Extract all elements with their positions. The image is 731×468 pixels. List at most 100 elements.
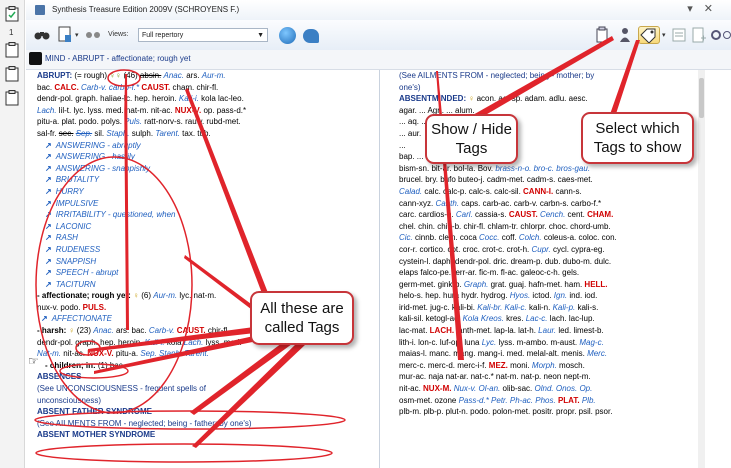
remedy[interactable]: Canth. xyxy=(435,199,459,208)
remedy[interactable]: Nux-v. xyxy=(454,384,477,393)
remedy[interactable]: Bov. xyxy=(478,164,493,173)
remedy[interactable]: CAUST. xyxy=(509,210,538,219)
rubric-abrupt[interactable]: ABRUPT: (= rough) ♀♀ (46) absin. Anac. a… xyxy=(37,70,362,82)
remedy[interactable]: Sep. xyxy=(76,129,92,138)
remedy[interactable]: LACH. xyxy=(430,326,454,335)
remedy[interactable]: cystein-l. daph. dendr-pol. dric. dream-… xyxy=(399,257,611,266)
scrollbar-thumb[interactable] xyxy=(699,78,704,118)
remedy[interactable]: Aur-m. xyxy=(202,71,226,80)
subrubric-children[interactable]: - children; in: (1) bac. xyxy=(37,360,362,372)
remedy[interactable]: Carb-v. xyxy=(81,83,107,92)
remedy[interactable]: Staph. xyxy=(159,349,182,358)
rubric-absent-mother[interactable]: ABSENT MOTHER SYNDROME xyxy=(37,429,362,441)
remedy[interactable]: (1) bac. xyxy=(96,361,125,370)
remedy[interactable]: mosch. xyxy=(557,361,585,370)
clipboard-tool-icon[interactable] xyxy=(594,26,610,44)
remedy[interactable]: op. pass-d.* xyxy=(201,106,246,115)
remedy[interactable]: brucel. bry. bufo buteo-j. cadm-met. cad… xyxy=(399,175,593,184)
remedy[interactable]: sec. xyxy=(59,129,74,138)
rubric-title[interactable]: ABSENTMINDED: xyxy=(399,94,466,103)
remedy[interactable]: lanth-met. lap-la. lat-h. xyxy=(454,326,538,335)
remedy[interactable]: lac-mat. xyxy=(399,326,430,335)
tag-indicator-icon[interactable]: ♀♀ xyxy=(109,71,121,80)
remedy[interactable]: PULS. xyxy=(83,303,107,312)
list-icon[interactable] xyxy=(671,26,687,44)
remedy[interactable]: Olnd. xyxy=(535,384,554,393)
remedy[interactable]: absin. xyxy=(140,71,161,80)
remedy[interactable]: Onos. xyxy=(556,384,577,393)
remedy[interactable]: Calad. xyxy=(399,187,422,196)
remedy[interactable]: moni. xyxy=(508,361,532,370)
remedy[interactable]: Plb. xyxy=(582,396,596,405)
tag-link[interactable]: ↗ LACONIC xyxy=(41,221,362,233)
remedy[interactable]: Kali-c. xyxy=(505,303,527,312)
remedy[interactable]: tax. tub. xyxy=(180,129,210,138)
remedy[interactable]: ars. xyxy=(184,71,202,80)
remedy[interactable]: Phos. xyxy=(535,396,555,405)
navigate-icon[interactable] xyxy=(303,29,319,43)
remedy[interactable]: Graph. xyxy=(464,280,488,289)
remedy[interactable]: irid-met. jug-c. kali-bi. xyxy=(399,303,477,312)
remedy[interactable]: Hyos. xyxy=(510,291,530,300)
remedy[interactable]: coleus-a. coloc. con. xyxy=(542,233,617,242)
remedy[interactable]: Kali-p. xyxy=(553,303,576,312)
remedy[interactable]: lith-i. lon-c. luf-op. luna xyxy=(399,338,482,347)
remedy[interactable]: osm-met. ozone xyxy=(399,396,459,405)
remedy[interactable]: elaps falco-pe. ferr-ar. fic-m. fl-ac. g… xyxy=(399,268,579,277)
remedy[interactable]: cinnb. clem. coca xyxy=(413,233,479,242)
document-view-icon[interactable] xyxy=(58,26,72,43)
remedy[interactable]: ind. iod. xyxy=(567,291,597,300)
cross-reference-link[interactable]: (See UNCONSCIOUSNESS - frequent spells o… xyxy=(37,383,362,395)
remedy[interactable]: Cupr. xyxy=(531,245,550,254)
remedy[interactable]: Staph. xyxy=(106,129,129,138)
remedy[interactable]: Carl. xyxy=(456,210,473,219)
remedy[interactable]: germ-met. gink-b. xyxy=(399,280,464,289)
remedy[interactable]: cham. chir-fl. xyxy=(170,83,218,92)
remedy[interactable]: Cocc. xyxy=(479,233,499,242)
rubric-absent-father[interactable]: ABSENT FATHER SYNDROME xyxy=(37,406,362,418)
scrollbar[interactable] xyxy=(698,70,705,468)
help-icon[interactable] xyxy=(723,26,731,44)
remedy[interactable]: carc. cardios-h. xyxy=(399,210,456,219)
subrubric-title[interactable]: - children; in: xyxy=(45,361,96,370)
tag-link[interactable]: ↗ TACITURN xyxy=(41,279,362,291)
remedy[interactable]: bism-sn. bit-ar. bol-la. xyxy=(399,164,478,173)
remedy[interactable]: Kali-br. xyxy=(477,303,502,312)
subrubric-title[interactable]: - harsh: xyxy=(37,326,66,335)
rubric-title[interactable]: ABRUPT: xyxy=(37,71,72,80)
globe-icon[interactable] xyxy=(279,27,296,44)
remedy[interactable]: kali-sil. ketogl-ac. xyxy=(399,314,463,323)
remedy[interactable]: CAUST. xyxy=(177,326,206,335)
remedy[interactable]: cor-r. cortico. cot. croc. crot-c. crot-… xyxy=(399,245,531,254)
remedy[interactable]: brass-n-o. bro-c. bros-gau. xyxy=(493,164,590,173)
window-controls[interactable]: ▾ ✕ xyxy=(687,2,717,15)
remedy[interactable]: nit-ac. xyxy=(61,349,87,358)
remedy[interactable]: Kola Kreos. xyxy=(463,314,504,323)
remedy[interactable]: NUX-V. xyxy=(175,106,201,115)
remedy[interactable]: Kali-i. xyxy=(179,94,199,103)
remedy[interactable]: CALC. xyxy=(54,83,78,92)
remedy[interactable]: sulph. xyxy=(130,129,156,138)
remedy[interactable]: PLAT. xyxy=(558,396,580,405)
remedy[interactable]: Ph-ac. xyxy=(510,396,533,405)
remedy[interactable]: Tarent. xyxy=(184,349,209,358)
remedy[interactable]: Lach. xyxy=(37,106,57,115)
remedy[interactable]: Lac-c. xyxy=(526,314,548,323)
remedy[interactable]: Ign. xyxy=(554,291,567,300)
tag-link[interactable]: ↗ RASH xyxy=(41,232,362,244)
remedy[interactable]: chel. chin. chin-b. chir-fl. chlam-tr. c… xyxy=(399,222,611,231)
subrubric-title[interactable]: - affectionate; rough yet: xyxy=(37,291,131,300)
tag-link[interactable]: ↗ SPEECH - abrupt xyxy=(41,267,362,279)
binoculars-icon[interactable] xyxy=(34,29,50,41)
remedy[interactable]: Cench. xyxy=(540,210,565,219)
remedy[interactable]: Merc. xyxy=(587,349,607,358)
tag-link[interactable]: ↗ BRUTALITY xyxy=(41,174,362,186)
remedy[interactable]: cann-xyz. xyxy=(399,199,435,208)
remedy[interactable]: pitu-a. xyxy=(114,349,141,358)
remedy[interactable]: ratt-norv-s. rauw. rubd-met. xyxy=(142,117,240,126)
tag-link[interactable]: ↗ ANSWERING - abruptly xyxy=(41,140,362,152)
remedy[interactable]: sil. xyxy=(92,129,106,138)
remedy[interactable]: kali-s. xyxy=(575,303,598,312)
remedy[interactable]: NUX-V. xyxy=(87,349,113,358)
remedy[interactable]: NUX-M. xyxy=(423,384,451,393)
